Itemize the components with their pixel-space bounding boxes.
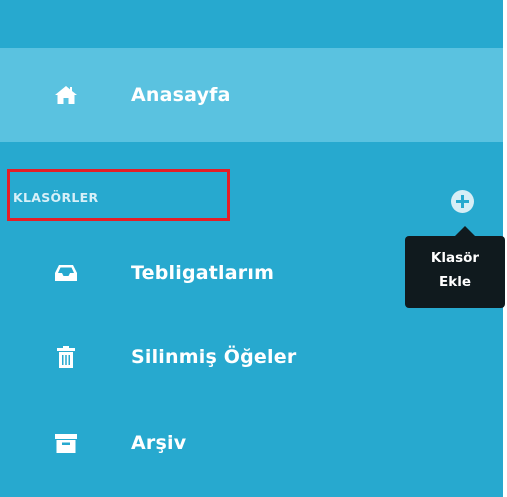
- sidebar-item-archive[interactable]: Arşiv: [0, 418, 503, 468]
- sidebar-item-label: Tebligatlarım: [131, 262, 275, 284]
- plus-circle-icon: [456, 195, 469, 208]
- sidebar-item-label: Arşiv: [131, 432, 187, 454]
- tooltip-arrow: [455, 226, 475, 236]
- sidebar-item-label: Anasayfa: [131, 84, 231, 106]
- sidebar-item-deleted[interactable]: Silinmiş Öğeler: [0, 332, 503, 382]
- sidebar-item-home[interactable]: Anasayfa: [0, 48, 503, 142]
- inbox-icon: [53, 260, 79, 286]
- highlight-box: [7, 169, 230, 221]
- sidebar-item-notifications[interactable]: Tebligatlarım: [0, 248, 503, 298]
- home-icon: [53, 82, 79, 108]
- archive-icon: [53, 430, 79, 456]
- add-folder-button[interactable]: [451, 190, 474, 213]
- sidebar: Anasayfa KLASÖRLER Klasör Ekle Tebligatl…: [0, 0, 505, 497]
- sidebar-item-label: Silinmiş Öğeler: [131, 346, 297, 368]
- trash-icon: [53, 344, 79, 370]
